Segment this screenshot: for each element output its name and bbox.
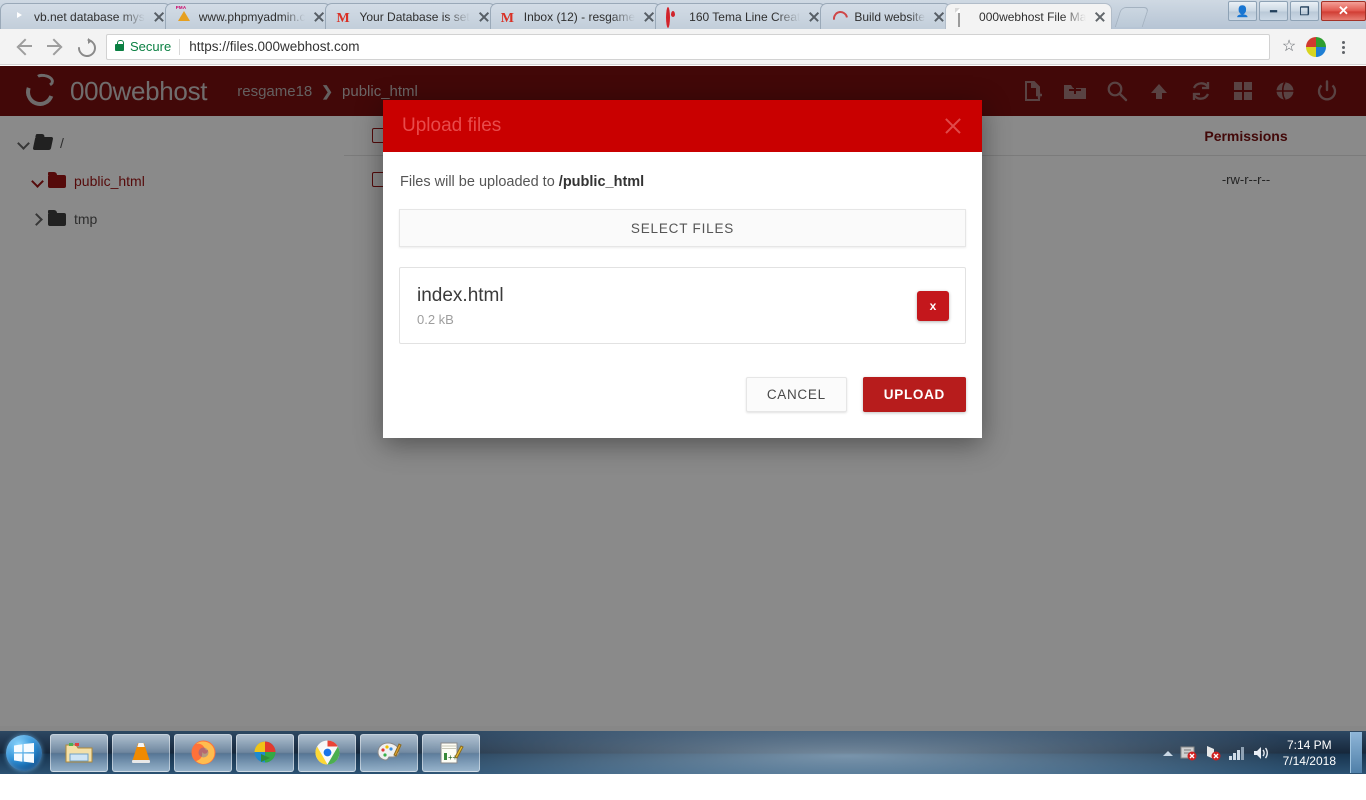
- minimize-button[interactable]: ━: [1259, 1, 1288, 21]
- clock-time: 7:14 PM: [1286, 737, 1332, 752]
- tab-close-icon[interactable]: [312, 10, 326, 24]
- taskbar-chrome-button[interactable]: [298, 733, 356, 772]
- gmail-icon: M: [336, 10, 350, 26]
- destination-path: /public_html: [558, 174, 645, 190]
- upload-button[interactable]: UPLOAD: [862, 377, 966, 412]
- dialog-body: Files will be uploaded to /public_html S…: [383, 152, 982, 344]
- location-icon: [666, 6, 682, 28]
- vlc-icon: [132, 742, 150, 763]
- tab-close-icon[interactable]: [1093, 10, 1107, 24]
- tab-title: www.phpmyadmin.c: [198, 9, 306, 24]
- address-divider: [179, 38, 181, 55]
- notepadpp-icon: ++: [440, 742, 464, 763]
- forward-button[interactable]: [40, 32, 70, 62]
- network-error-icon[interactable]: [1201, 738, 1225, 768]
- idm-extension-icon[interactable]: [1306, 36, 1326, 57]
- tab-title: 160 Tema Line Creat: [689, 9, 801, 24]
- tab-title: 000webhost File Ma: [979, 9, 1087, 24]
- minimize-icon: ━: [1270, 5, 1277, 18]
- dialog-footer: CANCEL UPLOAD: [383, 344, 982, 438]
- screen: vb.net database mys www.phpmyadmin.c M Y…: [0, 0, 1366, 800]
- chrome-menu-icon[interactable]: [1330, 34, 1356, 60]
- dialog-title: Upload files: [402, 115, 502, 136]
- select-files-button[interactable]: SELECT FILES: [399, 209, 966, 247]
- start-button[interactable]: [2, 732, 46, 773]
- bookmark-star-icon[interactable]: ☆: [1276, 34, 1302, 60]
- explorer-icon: [65, 742, 93, 762]
- url-text: https://files.000webhost.com: [189, 39, 360, 54]
- upload-files-dialog: Upload files Files will be uploaded to /…: [383, 100, 982, 438]
- taskbar-clock[interactable]: 7:14 PM 7/14/2018: [1273, 737, 1346, 769]
- phpmyadmin-icon: [176, 9, 192, 25]
- tab-close-icon[interactable]: [932, 10, 946, 24]
- cancel-button[interactable]: CANCEL: [745, 377, 847, 412]
- restore-button[interactable]: ❐: [1290, 1, 1319, 21]
- taskbar-explorer-button[interactable]: [50, 733, 108, 772]
- tab-close-icon[interactable]: [152, 10, 166, 24]
- system-tray: 7:14 PM 7/14/2018: [1157, 731, 1366, 774]
- file-name: index.html: [417, 284, 504, 306]
- upload-destination-text: Files will be uploaded to /public_html: [399, 174, 966, 190]
- file-size: 0.2 kB: [417, 311, 454, 327]
- tab-close-icon[interactable]: [477, 10, 491, 24]
- chrome-icon: [314, 740, 340, 765]
- lock-icon: [115, 40, 125, 51]
- clock-date: 7/14/2018: [1282, 753, 1336, 768]
- show-desktop-button[interactable]: [1350, 732, 1362, 773]
- remove-file-button[interactable]: x: [917, 290, 949, 321]
- signal-bars-icon[interactable]: [1225, 738, 1249, 768]
- destination-prefix: Files will be uploaded to: [400, 174, 559, 190]
- tab-title: Your Database is set: [359, 9, 470, 24]
- show-hidden-icons-arrow[interactable]: [1157, 738, 1177, 768]
- windows-taskbar: ++ 7:14 PM 7/14/2018: [0, 731, 1366, 774]
- browser-tab[interactable]: 160 Tema Line Creat: [655, 3, 827, 29]
- address-bar[interactable]: Secure https://files.000webhost.com: [106, 33, 1270, 60]
- browser-toolbar: Secure https://files.000webhost.com ☆: [0, 29, 1366, 65]
- taskbar-vlc-button[interactable]: [112, 733, 170, 772]
- gmail-icon: M: [500, 10, 514, 26]
- user-profile-button[interactable]: 👤: [1228, 1, 1257, 21]
- dialog-header: Upload files: [383, 100, 982, 152]
- close-window-button[interactable]: ✕: [1321, 1, 1366, 21]
- page-viewport: 000webhost resgame18 ❯ public_html / pub…: [0, 66, 1366, 726]
- tab-close-icon[interactable]: [807, 10, 821, 24]
- idm-tray-icon[interactable]: [1177, 738, 1201, 768]
- close-icon[interactable]: [942, 115, 964, 137]
- browser-tab[interactable]: M Your Database is set: [325, 3, 496, 29]
- windows-logo-icon: [6, 734, 42, 771]
- youtube-icon: [11, 9, 27, 25]
- internet-download-manager-icon: [254, 741, 276, 762]
- browser-tab-strip: vb.net database mys www.phpmyadmin.c M Y…: [0, 0, 1366, 29]
- browser-tab[interactable]: vb.net database mys: [0, 3, 171, 29]
- tab-title: Inbox (12) - resgame: [523, 9, 636, 24]
- document-icon: [956, 7, 972, 27]
- taskbar-notepadpp-button[interactable]: ++: [422, 733, 480, 772]
- close-icon: ✕: [1338, 3, 1349, 18]
- browser-tab-active[interactable]: 000webhost File Ma: [945, 3, 1113, 29]
- browser-tab[interactable]: www.phpmyadmin.c: [164, 3, 332, 29]
- browser-tab[interactable]: M Inbox (12) - resgame: [489, 3, 662, 29]
- restore-icon: ❐: [1299, 5, 1310, 18]
- window-controls: 👤 ━ ❐ ✕: [1226, 0, 1366, 29]
- back-button[interactable]: [10, 32, 40, 62]
- wix-icon: [831, 9, 847, 25]
- taskbar-firefox-button[interactable]: [174, 733, 232, 772]
- new-tab-button[interactable]: [1115, 7, 1150, 27]
- firefox-icon: [191, 740, 215, 765]
- paint-icon: [377, 741, 402, 761]
- browser-tab[interactable]: Build website: [820, 3, 952, 29]
- file-info: index.html 0.2 kB: [417, 285, 917, 327]
- tab-close-icon[interactable]: [642, 10, 656, 24]
- tab-title: vb.net database mys: [34, 9, 145, 24]
- volume-icon[interactable]: [1249, 738, 1273, 768]
- taskbar-paint-button[interactable]: [360, 733, 418, 772]
- selected-file-item: index.html 0.2 kB x: [399, 267, 966, 344]
- security-label: Secure: [130, 39, 172, 54]
- taskbar-idm-button[interactable]: [236, 733, 294, 772]
- person-icon: 👤: [1235, 5, 1250, 18]
- reload-button[interactable]: [70, 32, 100, 62]
- tab-title: Build website: [854, 9, 926, 24]
